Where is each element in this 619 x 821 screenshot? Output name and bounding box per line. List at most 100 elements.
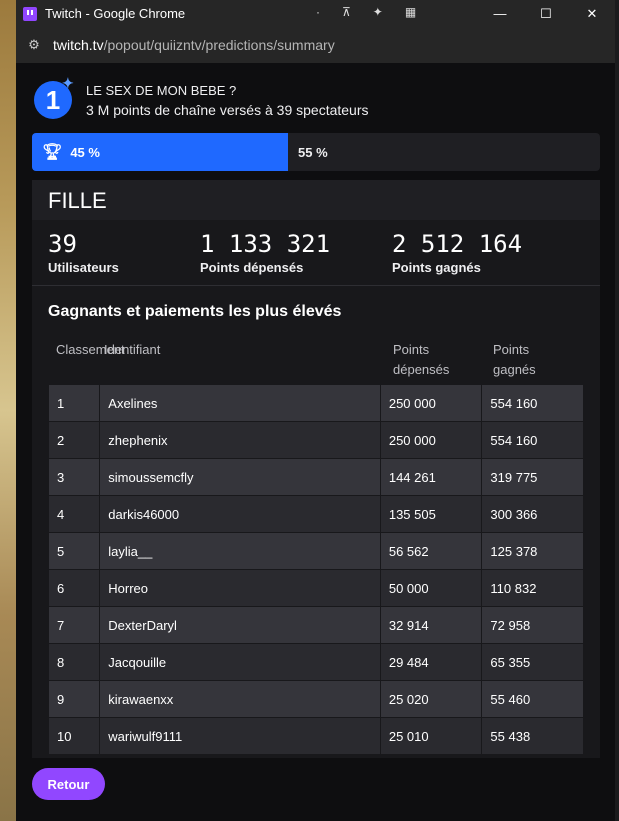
cell-points-won: 554 160 bbox=[481, 421, 584, 459]
cell-points-spent: 144 261 bbox=[379, 458, 483, 496]
winner-percent: 45 % bbox=[70, 144, 100, 160]
cell-identifier: laylia__ bbox=[99, 532, 381, 570]
sparkle-icon: ✦ bbox=[62, 75, 74, 91]
maximize-icon[interactable]: ☐ bbox=[523, 0, 569, 27]
cell-identifier: kirawaenxx bbox=[99, 680, 381, 718]
cell-points-won: 319 775 bbox=[481, 458, 584, 496]
cell-points-spent: 25 020 bbox=[379, 680, 483, 718]
stat-users-value: 39 bbox=[48, 230, 77, 258]
leaderboard-table: 1 Axelines 250 000 554 160 2 zhephenix 250 000… bbox=[47, 384, 584, 755]
cell-points-spent: 50 000 bbox=[379, 569, 483, 607]
cell-identifier: Axelines bbox=[99, 384, 381, 422]
cell-identifier: simoussemcfly bbox=[99, 458, 381, 496]
table-row: 1 Axelines 250 000 554 160 bbox=[47, 384, 584, 422]
trophy-icon: 🏆︎ bbox=[42, 144, 63, 161]
browser-window: Twitch - Google Chrome · ⊼ ✦ ▦ — ☐ ✕ ⚙ t… bbox=[16, 0, 615, 821]
cell-rank: 4 bbox=[47, 495, 101, 533]
cell-rank: 10 bbox=[47, 717, 101, 755]
table-row: 6 Horreo 50 000 110 832 bbox=[47, 569, 584, 607]
stat-spent-label: Points dépensés bbox=[200, 260, 304, 275]
cell-points-spent: 32 914 bbox=[379, 606, 483, 644]
cell-points-won: 125 378 bbox=[481, 532, 584, 570]
stat-spent-value: 1 133 321 bbox=[200, 230, 331, 258]
outcome-panel: FILLE 39 Utilisateurs 1 133 321 Points d… bbox=[32, 180, 600, 758]
cell-identifier: Horreo bbox=[99, 569, 381, 607]
rank-badge: 1 ✦ bbox=[34, 75, 74, 119]
window-title: Twitch - Google Chrome bbox=[45, 6, 186, 21]
prediction-subtitle: 3 M points de chaîne versés à 39 spectat… bbox=[86, 102, 369, 118]
table-row: 8 Jacqouille 29 484 65 355 bbox=[47, 643, 584, 681]
table-row: 10 wariwulf9111 25 010 55 438 bbox=[47, 717, 584, 755]
table-row: 4 darkis46000 135 505 300 366 bbox=[47, 495, 584, 533]
minimize-icon[interactable]: — bbox=[477, 0, 523, 27]
table-row: 5 laylia__ 56 562 125 378 bbox=[47, 532, 584, 570]
url-host: twitch.tv bbox=[53, 37, 104, 53]
cell-points-spent: 25 010 bbox=[379, 717, 483, 755]
cell-points-won: 55 460 bbox=[481, 680, 584, 718]
cell-rank: 2 bbox=[47, 421, 101, 459]
align-top-icon[interactable]: ⊼ bbox=[342, 5, 351, 19]
twitch-logo-icon bbox=[23, 6, 37, 21]
cell-rank: 1 bbox=[47, 384, 101, 422]
grid-icon[interactable]: ▦ bbox=[405, 5, 416, 19]
dot-icon[interactable]: · bbox=[316, 5, 320, 19]
cell-rank: 6 bbox=[47, 569, 101, 607]
stat-users-label: Utilisateurs bbox=[48, 260, 119, 275]
outcome-name: FILLE bbox=[48, 188, 107, 213]
address-bar[interactable]: ⚙ twitch.tv/popout/quiizntv/predictions/… bbox=[16, 27, 615, 64]
leaderboard-title: Gagnants et paiements les plus élevés bbox=[48, 303, 342, 320]
extension-icons: · ⊼ ✦ ▦ bbox=[316, 5, 416, 19]
title-bar: Twitch - Google Chrome · ⊼ ✦ ▦ — ☐ ✕ bbox=[16, 0, 615, 27]
outcome-bar-loser: 55 % bbox=[298, 133, 328, 171]
cell-rank: 9 bbox=[47, 680, 101, 718]
cell-points-spent: 250 000 bbox=[379, 421, 483, 459]
cell-identifier: zhephenix bbox=[99, 421, 381, 459]
table-row: 9 kirawaenxx 25 020 55 460 bbox=[47, 680, 584, 718]
prediction-summary: 1 ✦ LE SEX DE MON BEBE ? 3 M points de c… bbox=[16, 63, 615, 821]
stat-points-won: 2 512 164 Points gagnés bbox=[392, 230, 522, 275]
cell-identifier: darkis46000 bbox=[99, 495, 381, 533]
cell-identifier: DexterDaryl bbox=[99, 606, 381, 644]
header-points-spent: Points dépensés bbox=[393, 342, 450, 377]
cell-points-spent: 250 000 bbox=[379, 384, 483, 422]
outcome-bar-winner: 🏆︎ 45 % bbox=[32, 133, 288, 171]
cell-rank: 3 bbox=[47, 458, 101, 496]
cell-points-won: 110 832 bbox=[481, 569, 584, 607]
rank-badge-number: 1 bbox=[45, 84, 61, 115]
cell-points-spent: 135 505 bbox=[379, 495, 483, 533]
stat-users: 39 Utilisateurs bbox=[48, 230, 119, 275]
window-controls: — ☐ ✕ bbox=[477, 0, 615, 27]
table-row: 3 simoussemcfly 144 261 319 775 bbox=[47, 458, 584, 496]
pin-icon[interactable]: ✦ bbox=[373, 5, 383, 19]
url-path: /popout/quiizntv/predictions/summary bbox=[103, 37, 335, 53]
background-right-edge bbox=[615, 0, 619, 821]
back-button[interactable]: Retour bbox=[32, 768, 105, 800]
prediction-question: LE SEX DE MON BEBE ? bbox=[86, 83, 237, 98]
loser-percent: 55 % bbox=[298, 144, 328, 160]
table-row: 7 DexterDaryl 32 914 72 958 bbox=[47, 606, 584, 644]
header-identifier: Identifiant bbox=[104, 342, 161, 357]
header-points-won: Points gagnés bbox=[493, 342, 536, 377]
cell-points-won: 55 438 bbox=[481, 717, 584, 755]
cell-rank: 8 bbox=[47, 643, 101, 681]
cell-points-won: 300 366 bbox=[481, 495, 584, 533]
site-info-icon[interactable]: ⚙ bbox=[25, 36, 43, 54]
cell-points-spent: 56 562 bbox=[379, 532, 483, 570]
cell-points-won: 72 958 bbox=[481, 606, 584, 644]
table-row: 2 zhephenix 250 000 554 160 bbox=[47, 421, 584, 459]
cell-points-won: 65 355 bbox=[481, 643, 584, 681]
cell-rank: 7 bbox=[47, 606, 101, 644]
stat-points-spent: 1 133 321 Points dépensés bbox=[200, 230, 330, 275]
background-game-left bbox=[0, 0, 16, 821]
cell-points-won: 554 160 bbox=[481, 384, 584, 422]
outcome-bar: 🏆︎ 45 % 55 % bbox=[32, 133, 600, 171]
close-icon[interactable]: ✕ bbox=[569, 0, 615, 27]
outcome-stats: 39 Utilisateurs 1 133 321 Points dépensé… bbox=[32, 220, 600, 286]
stat-won-label: Points gagnés bbox=[392, 260, 481, 275]
cell-points-spent: 29 484 bbox=[379, 643, 483, 681]
cell-identifier: wariwulf9111 bbox=[99, 717, 381, 755]
cell-identifier: Jacqouille bbox=[99, 643, 381, 681]
prediction-header: 1 ✦ LE SEX DE MON BEBE ? 3 M points de c… bbox=[34, 75, 369, 119]
cell-rank: 5 bbox=[47, 532, 101, 570]
stat-won-value: 2 512 164 bbox=[392, 230, 523, 258]
